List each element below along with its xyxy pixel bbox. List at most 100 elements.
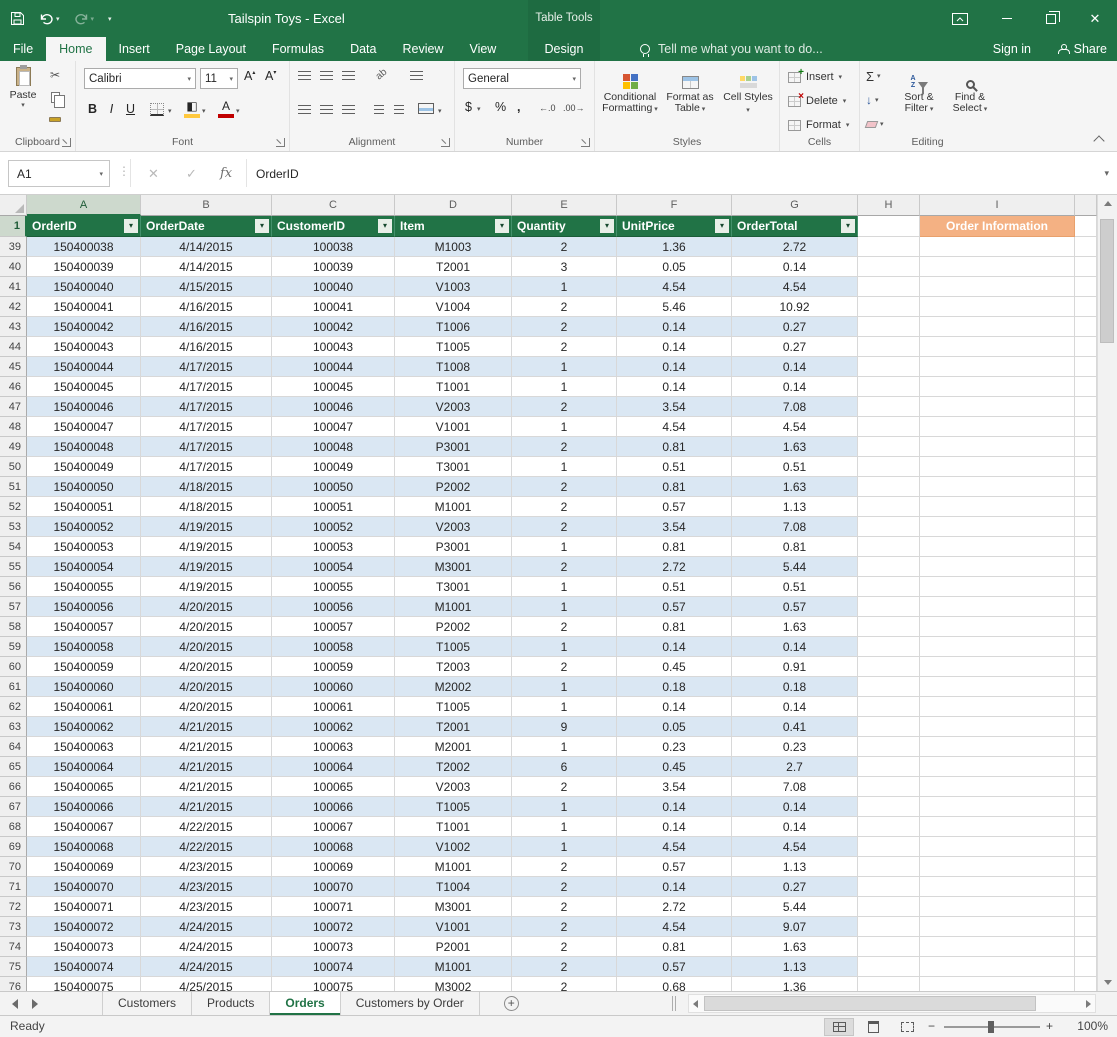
cell[interactable]: 100071 — [272, 897, 395, 917]
cell[interactable]: 150400061 — [27, 697, 141, 717]
cell[interactable] — [920, 877, 1075, 897]
cell[interactable] — [858, 877, 920, 897]
cell[interactable]: 3.54 — [617, 777, 732, 797]
cell[interactable]: 0.81 — [617, 617, 732, 637]
cell[interactable]: 4/21/2015 — [141, 717, 272, 737]
cell[interactable] — [1075, 377, 1097, 397]
tab-file[interactable]: File — [0, 37, 46, 61]
cell[interactable]: 0.51 — [617, 577, 732, 597]
cell[interactable]: 4/21/2015 — [141, 777, 272, 797]
cell[interactable] — [858, 417, 920, 437]
cell[interactable]: 3.54 — [617, 397, 732, 417]
cell[interactable]: 4/23/2015 — [141, 857, 272, 877]
cell[interactable]: 1.36 — [617, 237, 732, 257]
row-header[interactable]: 76 — [0, 977, 27, 991]
cell[interactable]: 4/17/2015 — [141, 417, 272, 437]
cell[interactable] — [920, 797, 1075, 817]
cell[interactable]: 1.13 — [732, 957, 858, 977]
cell[interactable]: 100045 — [272, 377, 395, 397]
clear-button[interactable]: ▾ — [866, 114, 884, 134]
cell[interactable] — [1075, 877, 1097, 897]
cell[interactable]: 1 — [512, 697, 617, 717]
cell[interactable]: 150400068 — [27, 837, 141, 857]
filter-button[interactable]: ▾ — [715, 219, 729, 233]
cell[interactable]: 150400047 — [27, 417, 141, 437]
cell[interactable]: 0.18 — [617, 677, 732, 697]
cell[interactable] — [858, 557, 920, 577]
cell[interactable]: 0.14 — [617, 337, 732, 357]
format-cells-button[interactable]: Format ▾ — [788, 115, 849, 135]
customize-quick-access-button[interactable]: ▾ — [108, 15, 112, 23]
cell[interactable] — [1075, 857, 1097, 877]
share-button[interactable]: Share — [1058, 37, 1107, 61]
increase-decimal-button[interactable]: ←.0 — [539, 103, 556, 113]
confirm-entry-button[interactable]: ✓ — [186, 152, 197, 195]
cell[interactable]: M3001 — [395, 897, 512, 917]
cell[interactable]: 150400043 — [27, 337, 141, 357]
cell[interactable]: 4.54 — [732, 417, 858, 437]
cell[interactable]: 4/14/2015 — [141, 237, 272, 257]
cell[interactable]: 1 — [512, 797, 617, 817]
cell[interactable]: 100054 — [272, 557, 395, 577]
cell[interactable]: 4.54 — [617, 837, 732, 857]
cell[interactable]: 0.27 — [732, 317, 858, 337]
cell[interactable]: M1001 — [395, 497, 512, 517]
cell[interactable]: 4/25/2015 — [141, 977, 272, 991]
cell[interactable]: 0.57 — [617, 857, 732, 877]
cell[interactable]: 4/18/2015 — [141, 497, 272, 517]
cell[interactable]: 3 — [512, 257, 617, 277]
cell[interactable] — [1075, 577, 1097, 597]
cell[interactable]: 150400049 — [27, 457, 141, 477]
horizontal-scroll-thumb[interactable] — [704, 996, 1036, 1011]
cell[interactable] — [920, 697, 1075, 717]
cell[interactable]: 100051 — [272, 497, 395, 517]
cell[interactable]: 100049 — [272, 457, 395, 477]
cell[interactable]: 1.63 — [732, 937, 858, 957]
cell[interactable]: 4/22/2015 — [141, 837, 272, 857]
cell[interactable]: 1 — [512, 817, 617, 837]
cell[interactable]: 150400066 — [27, 797, 141, 817]
cell[interactable]: 2.72 — [732, 237, 858, 257]
number-dialog-launcher[interactable] — [581, 138, 590, 147]
scroll-left-button[interactable] — [693, 1000, 698, 1008]
cell[interactable] — [858, 817, 920, 837]
cell[interactable] — [858, 677, 920, 697]
cell[interactable]: 0.27 — [732, 877, 858, 897]
cell[interactable]: P3001 — [395, 537, 512, 557]
cell[interactable]: 7.08 — [732, 397, 858, 417]
cell[interactable] — [858, 757, 920, 777]
cell[interactable]: T3001 — [395, 457, 512, 477]
row-header[interactable]: 46 — [0, 377, 27, 397]
cell[interactable] — [920, 737, 1075, 757]
cell[interactable] — [858, 317, 920, 337]
cell[interactable] — [920, 377, 1075, 397]
cell[interactable]: 1 — [512, 537, 617, 557]
row-header[interactable]: 68 — [0, 817, 27, 837]
chevron-down-icon[interactable]: ▾ — [184, 75, 191, 83]
cell[interactable]: 150400063 — [27, 737, 141, 757]
cell[interactable]: T1001 — [395, 377, 512, 397]
cell[interactable] — [920, 777, 1075, 797]
increase-indent-button[interactable] — [394, 105, 404, 114]
cell[interactable]: 0.45 — [617, 757, 732, 777]
cell[interactable] — [1075, 297, 1097, 317]
align-top-button[interactable] — [298, 71, 311, 80]
cell[interactable]: 5.44 — [732, 557, 858, 577]
scroll-up-button[interactable] — [1098, 195, 1117, 212]
cell[interactable] — [1075, 317, 1097, 337]
comma-format-button[interactable]: , — [517, 100, 520, 114]
currency-format-button[interactable]: $ — [465, 100, 472, 114]
cell[interactable]: 0.57 — [617, 957, 732, 977]
zoom-out-button[interactable]: − — [928, 1019, 935, 1033]
cell[interactable] — [1075, 917, 1097, 937]
vertical-scroll-thumb[interactable] — [1100, 219, 1114, 343]
zoom-slider-thumb[interactable] — [988, 1021, 994, 1033]
cell[interactable]: 0.57 — [617, 597, 732, 617]
cell[interactable]: 150400075 — [27, 977, 141, 991]
normal-view-button[interactable] — [824, 1018, 854, 1036]
cell[interactable] — [920, 417, 1075, 437]
bold-button[interactable]: B — [84, 100, 101, 119]
cell[interactable]: 4/17/2015 — [141, 397, 272, 417]
cell[interactable] — [858, 657, 920, 677]
cell[interactable]: 2 — [512, 337, 617, 357]
